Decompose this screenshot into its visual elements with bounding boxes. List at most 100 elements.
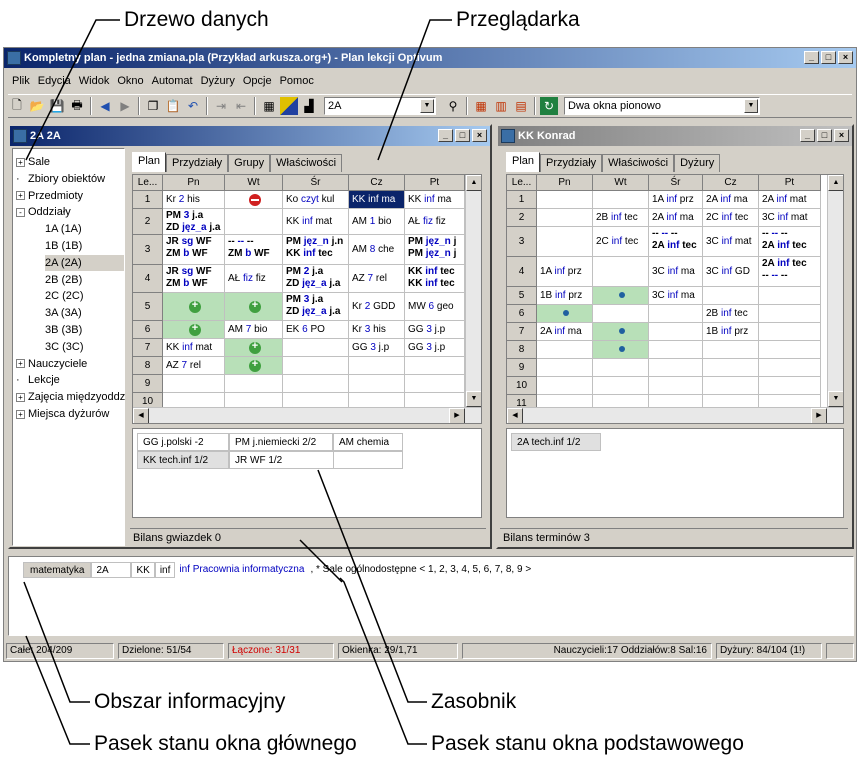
store-item[interactable]: GG j.polski -2 — [137, 433, 229, 451]
scroll-left-icon[interactable]: ◀ — [507, 408, 523, 423]
lesson-cell[interactable] — [759, 341, 821, 359]
row-header[interactable]: 6 — [133, 321, 163, 339]
lesson-cell[interactable] — [759, 287, 821, 305]
lesson-cell[interactable] — [593, 359, 649, 377]
scroll-right-icon[interactable]: ▶ — [449, 408, 465, 423]
lesson-cell[interactable] — [163, 375, 225, 393]
lesson-cell[interactable]: 2C inf tec — [703, 209, 759, 227]
lesson-cell[interactable]: KK inf mat — [163, 339, 225, 357]
lesson-cell[interactable]: AZ 7 rel — [349, 265, 405, 293]
lesson-cell[interactable] — [537, 191, 593, 209]
scroll-left-icon[interactable]: ◀ — [133, 408, 149, 423]
open-folder-icon[interactable]: 📂 — [28, 97, 46, 115]
row-header[interactable]: 7 — [507, 323, 537, 341]
lesson-cell[interactable] — [225, 191, 283, 209]
binoculars-icon[interactable]: ⚲ — [444, 97, 462, 115]
column-header[interactable]: Pt — [405, 175, 465, 191]
lesson-cell[interactable]: EK 6 PO — [283, 321, 349, 339]
minimize-button[interactable]: _ — [438, 129, 453, 142]
lesson-cell[interactable] — [703, 359, 759, 377]
tree-item[interactable]: + Przedmioty — [16, 188, 83, 204]
row-header[interactable]: 2 — [133, 209, 163, 235]
tree-expand-icon[interactable]: + — [16, 359, 25, 369]
lesson-cell[interactable]: KK inf mat — [283, 209, 349, 235]
row-header[interactable]: 3 — [133, 235, 163, 265]
lesson-cell[interactable] — [703, 341, 759, 359]
lesson-cell[interactable]: PM 3 j.a ZD jęz_a j.a — [163, 209, 225, 235]
lesson-cell[interactable] — [649, 305, 703, 323]
tab-dyżury[interactable]: Dyżury — [674, 154, 721, 172]
lesson-cell[interactable] — [283, 375, 349, 393]
tree-item[interactable]: 3B (3B) — [45, 322, 82, 338]
lesson-cell[interactable]: GG 3 j.p — [405, 339, 465, 357]
row-header[interactable]: 4 — [507, 257, 537, 287]
window-layout-select[interactable]: Dwa okna pionowo ▼ — [564, 97, 760, 115]
lesson-cell[interactable]: AM 1 bio — [349, 209, 405, 235]
tab-przydziały[interactable]: Przydziały — [166, 154, 229, 172]
tree-item[interactable]: 1B (1B) — [45, 238, 82, 254]
lesson-cell[interactable]: PM jęz_n j.n KK inf tec — [283, 235, 349, 265]
lesson-cell[interactable]: AZ 7 rel — [163, 357, 225, 375]
store-item[interactable]: AM chemia — [333, 433, 403, 451]
tree-expand-icon[interactable]: - — [16, 207, 25, 217]
print-icon[interactable]: 🖶 — [68, 97, 86, 115]
column-header[interactable]: Pn — [163, 175, 225, 191]
lesson-cell[interactable]: 2A inf tec -- -- -- — [759, 257, 821, 287]
lesson-cell[interactable] — [537, 341, 593, 359]
column-header[interactable]: Wt — [225, 175, 283, 191]
lesson-cell[interactable] — [283, 357, 349, 375]
horizontal-scrollbar[interactable]: ◀ ▶ — [507, 407, 843, 423]
lesson-cell[interactable]: 2C inf tec — [593, 227, 649, 257]
lesson-cell[interactable]: 2A inf ma — [649, 209, 703, 227]
horizontal-scrollbar[interactable]: ◀ ▶ — [133, 407, 481, 423]
close-button[interactable]: × — [834, 129, 849, 142]
column-header[interactable]: Pt — [759, 175, 821, 191]
store-item[interactable] — [333, 451, 403, 469]
lesson-cell[interactable]: Kr 3 his — [349, 321, 405, 339]
lesson-cell[interactable] — [537, 227, 593, 257]
tree-item[interactable]: 2A (2A) — [45, 254, 124, 271]
lesson-cell[interactable]: AM 8 che — [349, 235, 405, 265]
lesson-cell[interactable] — [593, 323, 649, 341]
row-header[interactable]: 5 — [507, 287, 537, 305]
lesson-cell[interactable] — [593, 191, 649, 209]
lesson-cell[interactable]: -- -- -- 2A inf tec — [759, 227, 821, 257]
maximize-button[interactable]: □ — [817, 129, 832, 142]
row-header[interactable]: 6 — [507, 305, 537, 323]
lesson-cell[interactable]: 2B inf tec — [593, 209, 649, 227]
lesson-cell[interactable] — [225, 209, 283, 235]
layout-columns-icon[interactable]: ▥ — [492, 97, 510, 115]
row-header[interactable]: 1 — [507, 191, 537, 209]
lesson-cell[interactable]: JR sg WF ZM b WF — [163, 265, 225, 293]
column-header[interactable]: Le... — [507, 175, 537, 191]
lesson-cell[interactable] — [703, 287, 759, 305]
lesson-cell[interactable] — [163, 293, 225, 321]
scroll-down-icon[interactable]: ▼ — [828, 391, 843, 407]
row-header[interactable]: 8 — [507, 341, 537, 359]
tree-item[interactable]: 3A (3A) — [45, 305, 82, 321]
info-class[interactable]: 2A — [91, 562, 132, 578]
lesson-cell[interactable] — [349, 357, 405, 375]
lesson-cell[interactable]: KK inf ma — [405, 191, 465, 209]
row-header[interactable]: 1 — [133, 191, 163, 209]
lesson-cell[interactable] — [537, 377, 593, 395]
lesson-cell[interactable] — [649, 359, 703, 377]
lesson-cell[interactable] — [405, 375, 465, 393]
lesson-cell[interactable]: 1B inf prz — [703, 323, 759, 341]
info-room[interactable]: inf — [154, 562, 176, 578]
lesson-cell[interactable] — [225, 375, 283, 393]
lesson-cell[interactable]: 2A inf ma — [703, 191, 759, 209]
tree-item[interactable]: 3C (3C) — [45, 339, 84, 355]
tree-item[interactable]: · Zbiory obiektów — [16, 171, 105, 187]
tree-item[interactable]: · Lekcje — [16, 372, 60, 388]
back-icon[interactable]: ◀ — [96, 97, 114, 115]
lesson-cell[interactable]: 1A inf prz — [649, 191, 703, 209]
lesson-cell[interactable] — [593, 287, 649, 305]
tab-właściwości[interactable]: Właściwości — [602, 154, 675, 172]
tree-item[interactable]: + Miejsca dyżurów — [16, 406, 109, 422]
chart-tool-icon[interactable]: ▟ — [300, 97, 318, 115]
menu-item-3[interactable]: Okno — [113, 75, 147, 87]
close-button[interactable]: × — [838, 51, 853, 64]
vertical-scrollbar[interactable]: ▲ ▼ — [827, 175, 843, 407]
tree-expand-icon[interactable]: + — [16, 191, 25, 201]
